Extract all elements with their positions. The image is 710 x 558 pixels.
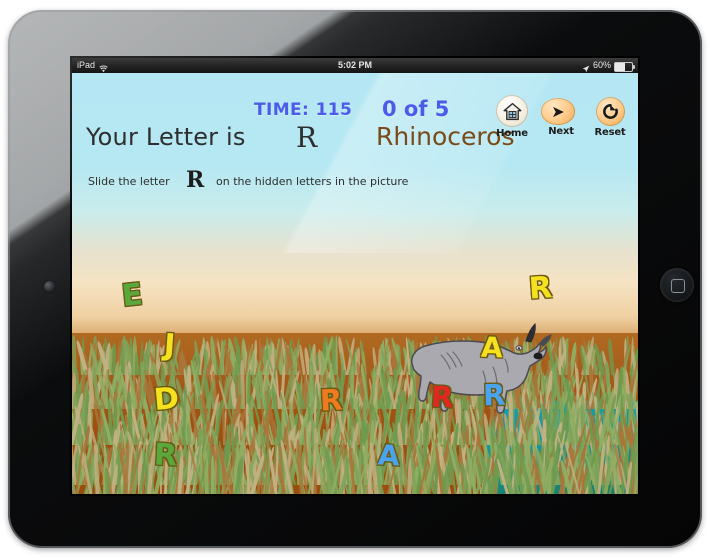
app-screen: iPad 5:02 PM 60% E J D R R A R R R A TIM… [72, 58, 638, 494]
arrow-right-icon: ➤ [541, 98, 575, 125]
house-icon [496, 95, 528, 127]
reset-button-label: Reset [594, 127, 626, 138]
battery-icon [614, 61, 635, 72]
hidden-letter-r-4[interactable]: R [528, 270, 553, 307]
home-button[interactable]: Home [492, 95, 532, 139]
title-row: Your Letter is R Rhinoceros [86, 121, 514, 157]
ipad-screenshot: iPad 5:02 PM 60% E J D R R A R R R A TIM… [0, 0, 710, 558]
front-camera-icon [44, 281, 55, 292]
next-button-label: Next [548, 126, 574, 137]
instruction-prefix: Slide the letter [88, 175, 170, 188]
battery-percent-label: 60% [592, 60, 611, 70]
page-title: Your Letter is [86, 123, 246, 151]
hidden-letter-r-3[interactable]: R [153, 437, 178, 473]
hidden-letter-a-9[interactable]: A [377, 438, 400, 472]
timer-label: TIME: 115 [254, 100, 353, 120]
hidden-letter-a-5[interactable]: A [480, 331, 503, 365]
hidden-letter-r-6[interactable]: R [319, 382, 343, 417]
game-stage: EJDRRARRRA TIME: 115 0 of 5 Your Letter … [72, 73, 638, 494]
status-bar-right: 60% [582, 58, 635, 73]
hidden-letter-d-2[interactable]: D [152, 381, 180, 418]
hidden-letter-r-7[interactable]: R [430, 380, 454, 415]
location-arrow-icon [582, 63, 590, 72]
home-button-label: Home [496, 128, 528, 139]
draggable-letter[interactable]: R [186, 167, 204, 193]
arrow-right-glyph: ➤ [551, 102, 565, 121]
refresh-circular-arrow-icon [595, 97, 625, 126]
status-bar-clock: 5:02 PM [337, 60, 372, 70]
hidden-letter-j-1[interactable]: J [163, 328, 177, 364]
toolbar: Home ➤ Next Reset [492, 95, 630, 139]
instruction-suffix: on the hidden letters in the picture [216, 175, 409, 188]
target-letter[interactable]: R [296, 121, 317, 154]
score-label: 0 of 5 [382, 97, 450, 121]
instruction-row: Slide the letter R on the hidden letters… [88, 167, 518, 195]
reset-button[interactable]: Reset [590, 95, 630, 138]
hidden-letter-e-0[interactable]: E [120, 277, 144, 314]
rhinoceros-illustration [397, 321, 557, 431]
next-button[interactable]: ➤ Next [541, 95, 581, 137]
ipad-home-button[interactable] [660, 268, 694, 302]
hidden-letter-r-8[interactable]: R [482, 378, 506, 413]
status-bar: iPad 5:02 PM 60% [72, 58, 638, 73]
